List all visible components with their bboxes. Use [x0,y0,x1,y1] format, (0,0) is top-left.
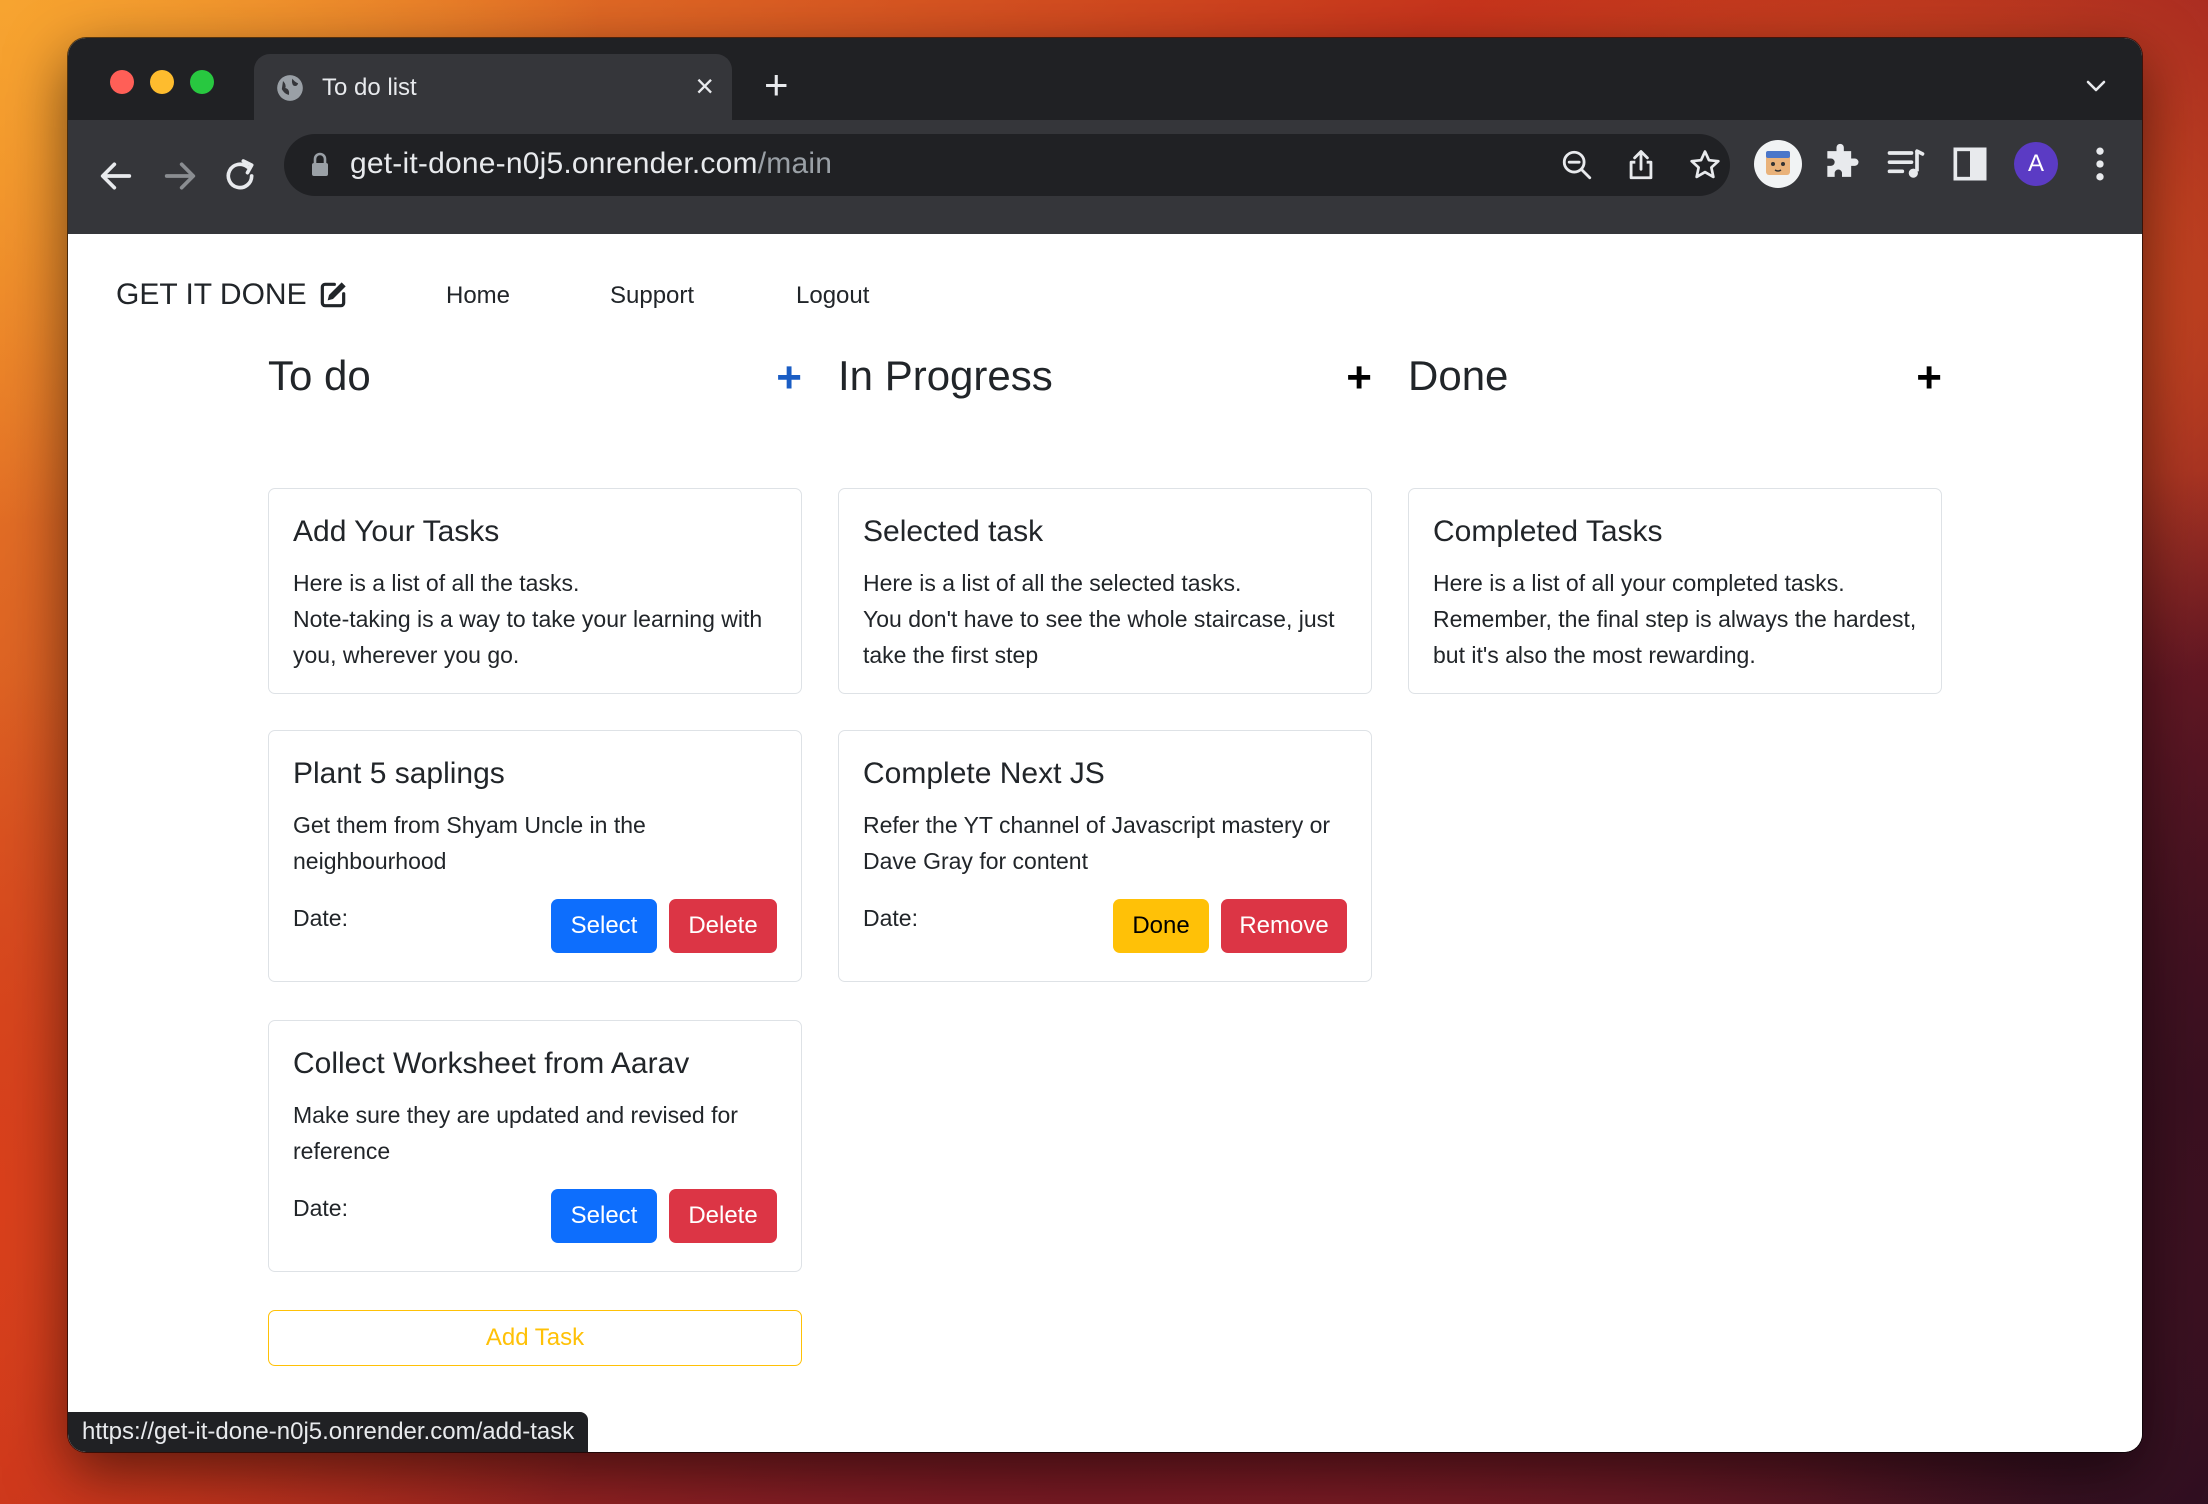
close-tab-icon[interactable]: × [695,70,714,102]
new-tab-button[interactable]: + [764,64,789,106]
back-arrow-icon[interactable] [96,156,136,196]
nav-link-logout[interactable]: Logout [796,282,869,310]
task-title: Plant 5 saplings [293,757,505,790]
extension-avatar-icon[interactable] [1754,140,1802,188]
card-title: Add Your Tasks [293,515,500,548]
forward-arrow-icon[interactable] [160,156,200,196]
delete-button[interactable]: Delete [669,1189,777,1243]
task-title: Collect Worksheet from Aarav [293,1047,690,1080]
task-title: Complete Next JS [863,757,1105,790]
intro-card-todo: Add Your Tasks Here is a list of all the… [268,488,802,694]
brand-logo[interactable]: GET IT DONE [116,278,349,312]
intro-card-done: Completed Tasks Here is a list of all yo… [1408,488,1942,694]
extensions-puzzle-icon[interactable] [1820,142,1864,186]
add-in-progress-plus-button[interactable]: + [1346,354,1372,402]
bookmark-star-icon[interactable] [1688,148,1722,182]
task-card: Plant 5 saplings Get them from Shyam Unc… [268,730,802,982]
browser-toolbar: get-it-done-n0j5.onrender.com/main A [68,120,2142,236]
profile-avatar[interactable]: A [2014,142,2058,186]
share-icon[interactable] [1624,148,1658,182]
brand-text: GET IT DONE [116,278,307,311]
task-date-label: Date: [863,905,918,931]
column-title: Done [1408,352,1509,399]
card-text: Here is a list of all your completed tas… [1433,570,1917,668]
kebab-menu-icon[interactable] [2078,142,2122,186]
tab-title: To do list [322,74,417,101]
done-button[interactable]: Done [1113,899,1209,953]
select-button[interactable]: Select [551,1189,657,1243]
column-header-todo: To do + [268,352,802,412]
column-header-done: Done + [1408,352,1942,412]
add-todo-plus-button[interactable]: + [776,354,802,402]
column-title: In Progress [838,352,1053,399]
page-content: GET IT DONE Home Support Logout To do + … [68,234,2142,1452]
nav-link-home[interactable]: Home [446,282,510,310]
media-queue-icon[interactable] [1884,142,1928,186]
lock-icon[interactable] [310,152,330,178]
nav-link-support[interactable]: Support [610,282,694,310]
task-description: Refer the YT channel of Javascript maste… [863,812,1331,874]
address-bar[interactable]: get-it-done-n0j5.onrender.com/main [284,134,1730,196]
reload-icon[interactable] [220,156,260,196]
delete-button[interactable]: Delete [669,899,777,953]
column-header-in-progress: In Progress + [838,352,1372,412]
close-window-button[interactable] [110,70,134,94]
window-controls [110,70,214,94]
card-text: Here is a list of all the tasks. Note-ta… [293,570,763,668]
tab-search-chevron-icon[interactable] [2084,74,2108,98]
minimize-window-button[interactable] [150,70,174,94]
url-path: /main [757,147,833,180]
url-text: get-it-done-n0j5.onrender.com/main [350,147,832,181]
task-description: Make sure they are updated and revised f… [293,1102,738,1164]
card-title: Selected task [863,515,1044,548]
side-panel-icon[interactable] [1948,142,1992,186]
task-date-label: Date: [293,1195,348,1221]
task-card: Complete Next JS Refer the YT channel of… [838,730,1372,982]
url-host: get-it-done-n0j5.onrender.com [350,147,758,180]
tab-strip: To do list × + [68,38,2142,120]
remove-button[interactable]: Remove [1221,899,1347,953]
link-status-bar: https://get-it-done-n0j5.onrender.com/ad… [68,1412,589,1452]
add-task-button[interactable]: Add Task [268,1310,802,1366]
card-title: Completed Tasks [1433,515,1663,548]
column-title: To do [268,352,371,399]
zoom-window-button[interactable] [190,70,214,94]
select-button[interactable]: Select [551,899,657,953]
edit-pencil-icon [320,282,346,308]
active-tab[interactable]: To do list × [254,54,732,120]
card-text: Here is a list of all the selected tasks… [863,570,1335,668]
zoom-out-icon[interactable] [1560,148,1594,182]
globe-icon [277,75,303,101]
browser-window: To do list × + get-it-done-n0j5.onrender… [68,38,2142,1452]
intro-card-in-progress: Selected task Here is a list of all the … [838,488,1372,694]
task-date-label: Date: [293,905,348,931]
add-done-plus-button[interactable]: + [1916,354,1942,402]
task-description: Get them from Shyam Uncle in the neighbo… [293,812,646,874]
task-card: Collect Worksheet from Aarav Make sure t… [268,1020,802,1272]
